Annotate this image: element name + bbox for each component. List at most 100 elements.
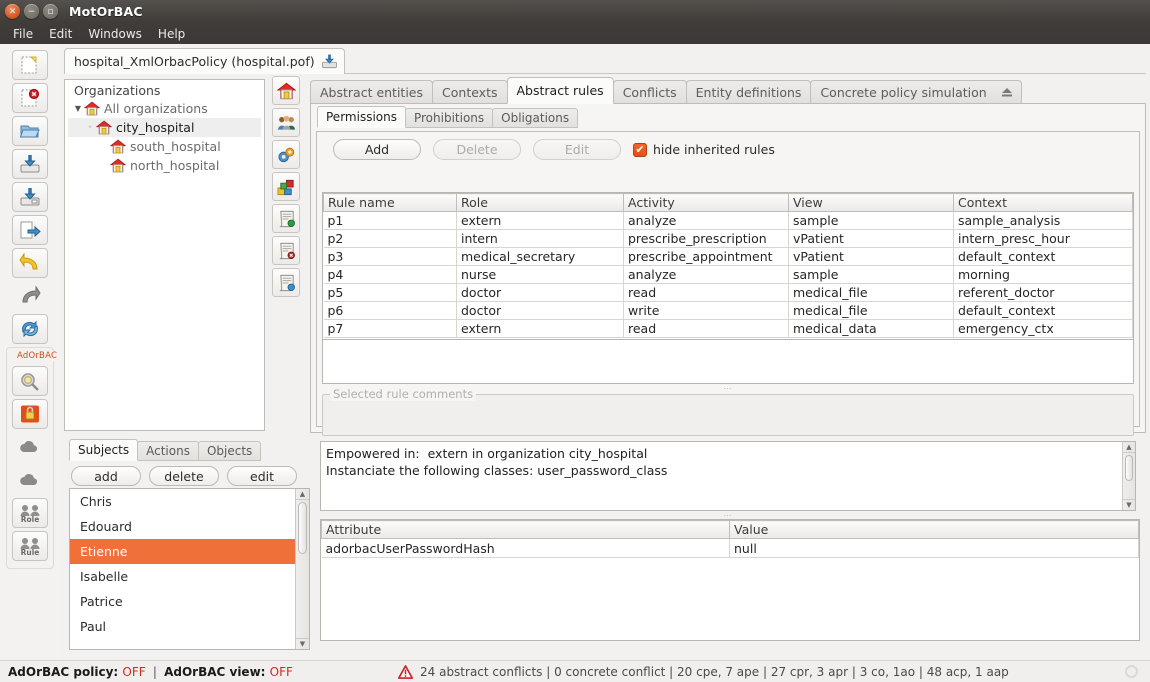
edit-rule-button[interactable]: Edit xyxy=(533,139,621,160)
table-row[interactable]: p5 doctor read medical_file referent_doc… xyxy=(324,284,1133,302)
tab-prohibitions[interactable]: Prohibitions xyxy=(405,108,493,128)
activities-view-button[interactable] xyxy=(272,140,300,169)
organizations-tree[interactable]: ▼ All organizations • city_hos xyxy=(68,99,261,427)
document-tab[interactable]: hospital_XmlOrbacPolicy (hospital.pof) xyxy=(64,48,345,74)
tab-objects[interactable]: Objects xyxy=(198,441,261,461)
scroll-thumb[interactable] xyxy=(1125,455,1133,481)
scroll-down-icon[interactable]: ▼ xyxy=(296,638,309,649)
open-policy-button[interactable] xyxy=(12,116,48,146)
selected-rule-comments[interactable]: Selected rule comments xyxy=(322,394,1134,436)
table-row[interactable]: p1 extern analyze sample sample_analysis xyxy=(324,212,1133,230)
info-scrollbar[interactable]: ▲ ▼ xyxy=(1122,442,1135,510)
prohibitions-view-button[interactable] xyxy=(272,236,300,265)
subjects-list[interactable]: Chris Edouard Etienne Isabelle Patrice P… xyxy=(69,488,310,650)
list-item-selected[interactable]: Etienne xyxy=(70,539,309,564)
subjects-toolbar: add delete edit xyxy=(64,461,315,486)
tab-abstract-rules[interactable]: Abstract rules xyxy=(507,77,614,104)
scroll-up-icon[interactable]: ▲ xyxy=(296,489,309,500)
minimize-icon[interactable]: − xyxy=(24,4,39,19)
refresh-button[interactable] xyxy=(12,314,48,344)
edit-subject-button[interactable]: edit xyxy=(227,466,297,486)
table-row[interactable]: p7 extern read medical_data emergency_ct… xyxy=(324,320,1133,338)
redo-button[interactable] xyxy=(12,281,48,311)
tree-item-south-hospital[interactable]: south_hospital xyxy=(68,137,261,156)
blocks-icon xyxy=(277,178,296,196)
tree-item-north-hospital[interactable]: north_hospital xyxy=(68,156,261,175)
column-view[interactable]: View xyxy=(789,194,954,212)
add-rule-button[interactable]: Add xyxy=(333,139,421,160)
attributes-table[interactable]: Attribute Value adorbacUserPasswordHash … xyxy=(320,519,1140,641)
organizations-view-button[interactable] xyxy=(272,76,300,105)
entity-type-strip xyxy=(272,76,302,300)
menu-help[interactable]: Help xyxy=(151,25,192,43)
tab-obligations[interactable]: Obligations xyxy=(492,108,578,128)
maximize-icon[interactable]: ▫ xyxy=(43,4,58,19)
tab-actions[interactable]: Actions xyxy=(137,441,199,461)
menu-file[interactable]: File xyxy=(6,25,40,43)
list-item[interactable]: Isabelle xyxy=(70,564,309,589)
hide-inherited-rules-checkbox[interactable]: ✔ hide inherited rules xyxy=(633,142,775,157)
column-value[interactable]: Value xyxy=(730,521,1139,539)
close-icon[interactable]: ✕ xyxy=(5,4,20,19)
save-as-policy-button[interactable] xyxy=(12,182,48,212)
table-row[interactable]: p6 doctor write medical_file default_con… xyxy=(324,302,1133,320)
tab-subjects[interactable]: Subjects xyxy=(69,439,138,461)
tab-abstract-entities[interactable]: Abstract entities xyxy=(310,80,433,104)
menu-edit[interactable]: Edit xyxy=(42,25,79,43)
table-row[interactable]: adorbacUserPasswordHash null xyxy=(322,539,1139,558)
column-attribute[interactable]: Attribute xyxy=(322,521,730,539)
views-view-button[interactable] xyxy=(272,172,300,201)
adorbac-cloud-2-button[interactable] xyxy=(12,465,48,495)
close-policy-button[interactable] xyxy=(12,83,48,113)
table-row[interactable]: p2 intern prescribe_prescription vPatien… xyxy=(324,230,1133,248)
subjects-list-scrollbar[interactable]: ▲ ▼ xyxy=(295,489,309,649)
rules-table[interactable]: Rule name Role Activity View Context p1 … xyxy=(322,192,1134,340)
list-item[interactable]: Edouard xyxy=(70,514,309,539)
cell-view: sample xyxy=(789,212,954,230)
adorbac-cloud-1-button[interactable] xyxy=(12,432,48,462)
adorbac-policy-value: OFF xyxy=(122,665,145,679)
list-item[interactable]: Paul xyxy=(70,614,309,639)
tab-conflicts[interactable]: Conflicts xyxy=(613,80,687,104)
house-icon xyxy=(110,158,126,173)
collapse-dot-icon[interactable]: • xyxy=(84,123,96,133)
save-policy-button[interactable] xyxy=(12,149,48,179)
adorbac-search-button[interactable] xyxy=(12,366,48,396)
cell-activity: prescribe_appointment xyxy=(624,248,789,266)
add-subject-button[interactable]: add xyxy=(71,466,141,486)
scroll-down-icon[interactable]: ▼ xyxy=(1123,499,1135,510)
table-row[interactable]: p3 medical_secretary prescribe_appointme… xyxy=(324,248,1133,266)
column-context[interactable]: Context xyxy=(954,194,1133,212)
scroll-thumb[interactable] xyxy=(298,502,307,554)
delete-subject-button[interactable]: delete xyxy=(149,466,219,486)
list-item[interactable]: Chris xyxy=(70,489,309,514)
checkbox-checked-icon[interactable]: ✔ xyxy=(633,143,647,157)
tab-entity-definitions[interactable]: Entity definitions xyxy=(686,80,812,104)
adorbac-role-button[interactable]: Role xyxy=(12,498,48,528)
adorbac-rule-button[interactable]: Rule xyxy=(12,531,48,561)
column-role[interactable]: Role xyxy=(457,194,624,212)
column-activity[interactable]: Activity xyxy=(624,194,789,212)
tab-concrete-policy-simulation[interactable]: Concrete policy simulation xyxy=(810,80,1021,104)
tab-contexts[interactable]: Contexts xyxy=(432,80,507,104)
scroll-up-icon[interactable]: ▲ xyxy=(1123,442,1135,453)
new-policy-button[interactable] xyxy=(12,50,48,80)
subject-info-box[interactable]: Empowered in: extern in organization cit… xyxy=(320,441,1136,511)
column-rule-name[interactable]: Rule name xyxy=(324,194,457,212)
tree-item-city-hospital[interactable]: • city_hospital xyxy=(68,118,261,137)
eject-icon[interactable] xyxy=(999,85,1015,99)
obligations-view-button[interactable] xyxy=(272,268,300,297)
export-policy-button[interactable] xyxy=(12,215,48,245)
permissions-view-button[interactable] xyxy=(272,204,300,233)
tab-permissions[interactable]: Permissions xyxy=(317,106,406,128)
save-download-icon[interactable] xyxy=(321,53,338,70)
tree-item-all-organizations[interactable]: ▼ All organizations xyxy=(68,99,261,118)
roles-view-button[interactable] xyxy=(272,108,300,137)
delete-rule-button[interactable]: Delete xyxy=(433,139,521,160)
chevron-down-icon[interactable]: ▼ xyxy=(72,104,84,113)
table-row[interactable]: p4 nurse analyze sample morning xyxy=(324,266,1133,284)
menu-windows[interactable]: Windows xyxy=(81,25,149,43)
undo-button[interactable] xyxy=(12,248,48,278)
list-item[interactable]: Patrice xyxy=(70,589,309,614)
adorbac-security-button[interactable] xyxy=(12,399,48,429)
